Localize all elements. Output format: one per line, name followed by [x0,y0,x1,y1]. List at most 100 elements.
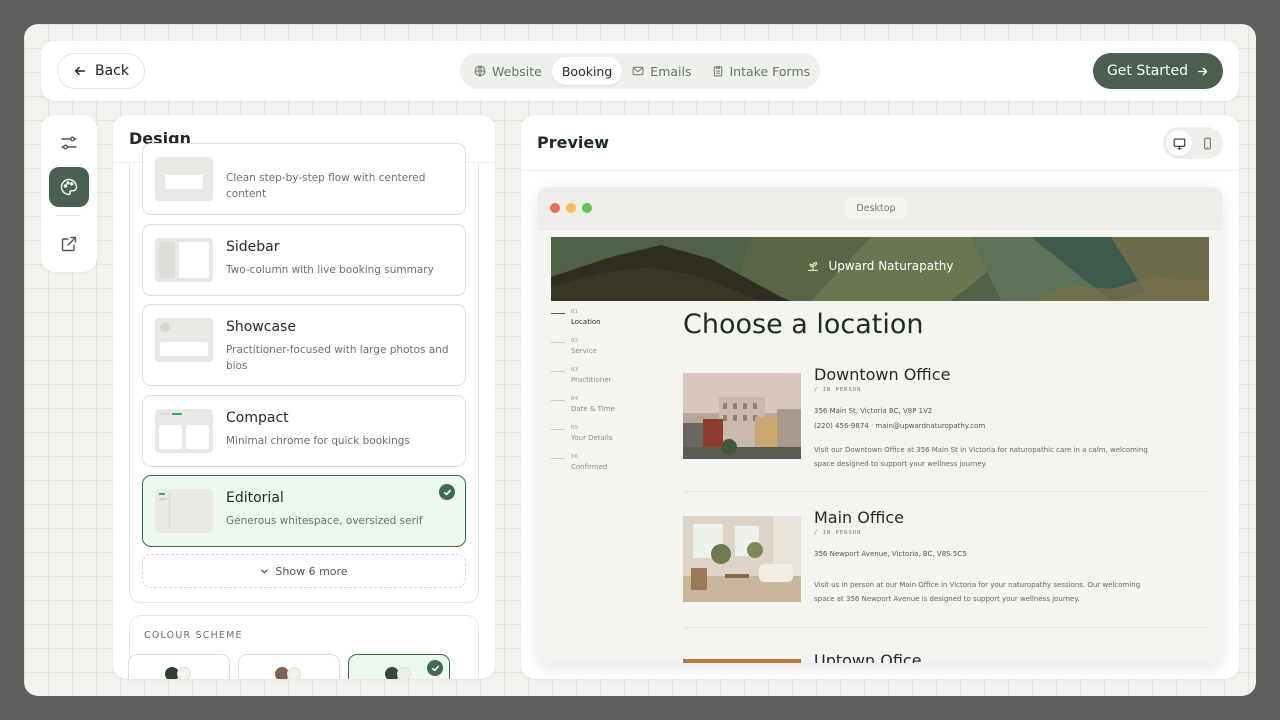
layout-card-centered[interactable]: Clean step-by-step flow with centered co… [142,143,466,215]
step-number: 06 [571,454,579,460]
smartphone-icon [1203,137,1211,149]
location-description: Visit our Downtown Office at 356 Main St… [814,446,1148,468]
globe-icon [474,65,486,77]
location-photo [683,659,801,663]
step-date-time[interactable]: 04 Date & Time [551,394,671,423]
layout-desc: Practitioner-focused with large photos a… [226,344,449,372]
step-label: Date & Time [571,405,615,413]
close-dot [550,203,560,213]
location-divider [683,491,1209,492]
layout-thumbnail [155,157,213,201]
tab-website[interactable]: Website [464,57,552,85]
open-external-rail-button[interactable] [49,224,89,264]
tab-website-label: Website [492,63,542,79]
location-photo [683,516,801,602]
colour-scheme-label: COLOUR SCHEME [144,630,243,641]
layout-thumbnail [155,409,213,453]
colour-swatch-sage[interactable] [348,654,450,679]
sprout-logo-icon [808,261,819,271]
arrow-right-icon [1197,67,1208,75]
tab-intake-forms-label: Intake Forms [729,63,811,79]
back-label: Back [95,63,129,79]
layout-title: Showcase [226,319,296,335]
tab-emails-label: Emails [650,63,692,79]
layout-desc: Minimal chrome for quick bookings [226,435,410,447]
layout-desc: Generous whitespace, oversized serif [226,515,423,527]
location-address: 356 Main St, Victoria BC, V8P 1V2 [814,407,933,415]
location-name: Uptown Ofice [814,651,922,663]
arrow-left-icon [74,66,86,76]
layout-thumbnail [155,489,213,533]
location-name: Downtown Office [814,365,951,384]
step-number: 05 [571,425,579,431]
step-confirmed[interactable]: 06 Confirmed [551,452,671,481]
sliders-icon [61,136,77,150]
mode-tabs: Website Booking Emails Intake Forms [460,53,820,89]
layout-title: Editorial [226,490,284,506]
step-number: 01 [571,309,579,315]
palette-icon [60,178,78,196]
top-bar: Back Website Booking Emails Intake Forms… [41,41,1239,101]
location-card-uptown[interactable]: Uptown Ofice [683,651,1213,663]
step-location[interactable]: 01 Location [551,307,671,336]
chevron-down-icon [261,569,269,573]
clipboard-icon [713,66,722,77]
preview-panel: Preview Desktop Upward Naturapathy 01 Lo… [521,115,1239,679]
app-canvas: Back Website Booking Emails Intake Forms… [24,24,1256,696]
step-practitioner[interactable]: 03 Practitioner [551,365,671,394]
step-number: 02 [571,338,579,344]
minimize-dot [566,203,576,213]
tool-rail [41,115,97,272]
layout-title: Compact [226,410,289,426]
location-card-main[interactable]: Main Office / IN PERSON 356 Newport Aven… [683,508,1213,626]
layout-card-showcase[interactable]: Showcase Practitioner-focused with large… [142,304,466,386]
tab-booking[interactable]: Booking [551,57,623,85]
location-contact: (220) 456-9874 · main@upwardnaturopathy.… [814,422,986,430]
location-address: 356 Newport Avenue, Victoria, BC, V8S 5C… [814,550,967,558]
colour-swatch-earth[interactable] [238,654,340,679]
step-your-details[interactable]: 05 Your Details [551,423,671,452]
browser-chrome: Desktop [537,187,1223,231]
design-panel: Design Clean step-by-step flow with cent… [113,115,495,679]
desktop-view-button[interactable] [1166,130,1192,156]
maximize-dot [582,203,592,213]
business-name-label: Upward Naturapathy [828,259,954,273]
location-type: / IN PERSON [814,530,862,536]
swatch-light-dot [397,667,411,679]
layout-card-editorial[interactable]: Editorial Generous whitespace, oversized… [142,475,466,547]
layout-list[interactable]: Clean step-by-step flow with centered co… [129,143,479,603]
location-card-downtown[interactable]: Downtown Office / IN PERSON 356 Main St,… [683,365,1213,483]
settings-rail-button[interactable] [49,123,89,163]
step-number: 04 [571,396,579,402]
swatch-light-dot [287,667,301,679]
step-label: Location [571,318,601,326]
location-photo [683,373,801,459]
design-rail-button[interactable] [49,167,89,207]
show-more-label: Show 6 more [275,564,348,578]
colour-swatch-forest[interactable] [128,654,230,679]
layout-desc: Clean step-by-step flow with centered co… [226,172,426,200]
preview-title: Preview [521,115,1239,171]
tab-emails[interactable]: Emails [622,57,701,85]
mobile-view-button[interactable] [1194,130,1220,156]
step-number: 03 [571,367,579,373]
layout-card-sidebar[interactable]: Sidebar Two-column with live booking sum… [142,224,466,296]
business-name: Upward Naturapathy [551,259,1209,273]
colour-scheme-section: COLOUR SCHEME [128,615,479,679]
layout-card-compact[interactable]: Compact Minimal chrome for quick booking… [142,395,466,467]
back-button[interactable]: Back [57,53,145,89]
step-label: Practitioner [571,376,612,384]
browser-mockup: Desktop Upward Naturapathy 01 Location 0… [537,187,1223,663]
tab-booking-label: Booking [561,63,613,79]
location-type: / IN PERSON [814,387,862,393]
swatch-light-dot [177,667,191,679]
layout-thumbnail [155,238,213,282]
get-started-button[interactable]: Get Started [1093,53,1223,89]
show-more-button[interactable]: Show 6 more [142,554,466,588]
booking-steps: 01 Location 02 Service 03 Practitioner 0… [551,307,671,481]
tab-intake-forms[interactable]: Intake Forms [702,57,821,85]
step-service[interactable]: 02 Service [551,336,671,365]
layout-thumbnail [155,318,213,362]
layout-desc: Two-column with live booking summary [226,264,434,276]
hero-banner: Upward Naturapathy [551,237,1209,301]
